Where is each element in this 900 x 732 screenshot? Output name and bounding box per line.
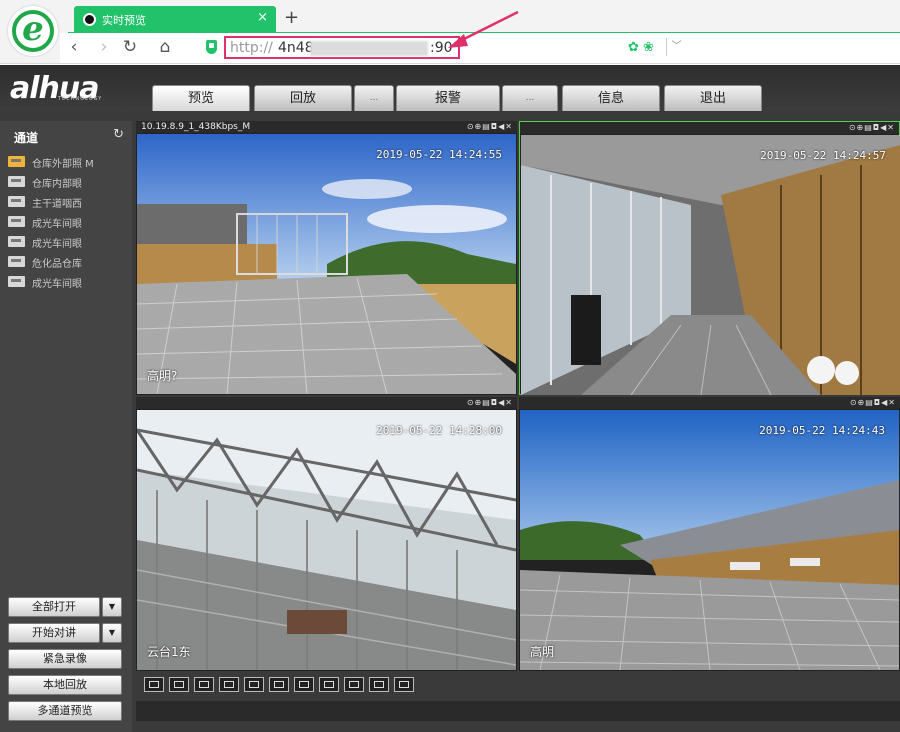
emergency-record-button[interactable]: 紧急录像 (8, 649, 122, 669)
channel-sidebar: 通道 ↻ 仓库外部照 M 仓库内部眼 主干道咽西 成光车间眼 成光车间眼 危化品… (0, 121, 132, 732)
dahua-web-client: alhua TECHNOLOGY 预览 回放 ... 报警 ... 信息 退出 … (0, 65, 900, 732)
osd-timestamp: 2019-05-22 14:24:55 (376, 148, 502, 161)
channel-header: 通道 ↻ (6, 127, 128, 145)
osd-timestamp: 2019-05-22 14:24:43 (759, 424, 885, 437)
url-scheme: http:// (230, 40, 273, 56)
home-button[interactable]: ⌂ (155, 37, 175, 57)
extension-icons[interactable]: ✿ ❀ (628, 40, 654, 55)
channel-label: 成光车间眼 (32, 279, 82, 290)
video-pane-1[interactable]: 10.19.8.9_1_438Kbps_M ⊙⊕▤◘◀✕ 2019-05-22 … (136, 121, 517, 395)
channel-label: 仓库内部眼 (32, 179, 82, 190)
multi-channel-preview-button[interactable]: 多通道预览 (8, 701, 122, 721)
tab-title: 实时预览 (102, 14, 146, 27)
pane-control-icons[interactable]: ⊙⊕▤◘◀✕ (467, 397, 513, 409)
pane-toolbar: ⊙⊕▤◘◀✕ (520, 122, 899, 134)
talk-dropdown[interactable]: ▼ (102, 623, 122, 643)
layout-button-4[interactable] (219, 677, 239, 692)
osd-timestamp: 2019-05-22 14:28:00 (376, 424, 502, 437)
reload-button[interactable]: ↻ (120, 37, 140, 57)
tab-preview[interactable]: 预览 (152, 85, 250, 111)
channel-item[interactable]: 成光车间眼 (8, 233, 128, 251)
camera-icon (8, 216, 25, 227)
back-button[interactable]: ‹ (64, 37, 84, 57)
video-pane-3[interactable]: ⊙⊕▤◘◀✕ 2019-05-22 14:28:00 云台1东 (136, 397, 517, 671)
pane-stream-label: 10.19.8.9_1_438Kbps_M (141, 122, 251, 132)
dahua-logo-sub: TECHNOLOGY (58, 96, 103, 102)
forward-button[interactable]: › (94, 37, 114, 57)
open-all-button[interactable]: 全部打开 (8, 597, 100, 617)
security-shield-icon[interactable] (206, 40, 217, 54)
pane-control-icons[interactable]: ⊙⊕▤◘◀✕ (467, 121, 513, 133)
channel-label: 成光车间眼 (32, 219, 82, 230)
channel-item[interactable]: 危化品仓库 (8, 253, 128, 271)
tab-info[interactable]: 信息 (562, 85, 660, 111)
chevron-down-icon[interactable]: ﹀ (666, 38, 686, 56)
fullscreen-button[interactable] (194, 677, 214, 692)
camera-icon (8, 236, 25, 247)
url-redaction (310, 41, 428, 56)
open-all-dropdown[interactable]: ▼ (102, 597, 122, 617)
pane-control-icons[interactable]: ⊙⊕▤◘◀✕ (850, 397, 896, 409)
start-talk-button[interactable]: 开始对讲 (8, 623, 100, 643)
browser-logo-icon[interactable]: e (8, 6, 58, 56)
layout-16-button[interactable] (394, 677, 414, 692)
app-header: alhua TECHNOLOGY 预览 回放 ... 报警 ... 信息 退出 (0, 65, 900, 111)
video-pane-2[interactable]: ⊙⊕▤◘◀✕ 2019-05-22 14:24:57 (519, 121, 900, 395)
tab-alarm[interactable]: 报警 (396, 85, 500, 111)
channel-item[interactable]: 成光车间眼 (8, 213, 128, 231)
tab-logout[interactable]: 退出 (664, 85, 762, 111)
layout-9-button[interactable] (344, 677, 364, 692)
channel-label: 主干道咽西 (32, 199, 82, 210)
layout-2x2-button[interactable] (269, 677, 289, 692)
refresh-icon[interactable]: ↻ (113, 127, 124, 142)
channel-label: 仓库外部照 M (32, 159, 94, 170)
video-feed: 2019-05-22 14:24:57 (521, 135, 900, 395)
tab-hidden-2[interactable]: ... (502, 85, 558, 111)
video-feed: 2019-05-22 14:28:00 云台1东 (137, 410, 516, 670)
layout-6-button[interactable] (294, 677, 314, 692)
camera-icon (83, 13, 96, 26)
layout-button-1[interactable] (144, 677, 164, 692)
video-feed: 2019-05-22 14:24:55 高明? (137, 134, 516, 394)
camera-icon (8, 196, 25, 207)
layout-button-2[interactable] (169, 677, 189, 692)
camera-icon (8, 256, 25, 267)
osd-timestamp: 2019-05-22 14:24:57 (760, 149, 886, 162)
browser-toolbar: e 实时预览 × + ‹ › ↻ ⌂ http:// 4n48 :90 ✿ ❀ … (0, 0, 900, 64)
tab-close-icon[interactable]: × (257, 10, 268, 25)
browser-tab-live-preview[interactable]: 实时预览 × (74, 6, 276, 32)
layout-1x1-button[interactable] (244, 677, 264, 692)
channel-item[interactable]: 仓库内部眼 (8, 173, 128, 191)
camera-icon (8, 276, 25, 287)
osd-camera-name: 高明 (530, 645, 555, 659)
camera-icon (8, 176, 25, 187)
channel-label: 成光车间眼 (32, 239, 82, 250)
status-strip (136, 701, 900, 721)
channel-title: 通道 (14, 131, 39, 145)
osd-camera-name: 高明? (147, 369, 178, 383)
local-playback-button[interactable]: 本地回放 (8, 675, 122, 695)
url-input[interactable]: http:// 4n48 :90 (224, 36, 460, 59)
channel-label: 危化品仓库 (32, 259, 82, 270)
pane-toolbar: 10.19.8.9_1_438Kbps_M ⊙⊕▤◘◀✕ (136, 121, 517, 133)
osd-camera-name: 云台1东 (147, 645, 191, 659)
tab-playback[interactable]: 回放 (254, 85, 352, 111)
annotation-arrow-icon (448, 10, 519, 48)
channel-item[interactable]: 仓库外部照 M (8, 153, 128, 171)
camera-icon (8, 156, 25, 167)
channel-item[interactable]: 主干道咽西 (8, 193, 128, 211)
pane-toolbar: ⊙⊕▤◘◀✕ (136, 397, 517, 409)
pane-toolbar: ⊙⊕▤◘◀✕ (519, 397, 900, 409)
video-feed: 2019-05-22 14:24:43 高明 (520, 410, 899, 670)
url-host: 4n48 (278, 40, 314, 56)
video-pane-4[interactable]: ⊙⊕▤◘◀✕ 2019-05-22 14:24:43 高明 (519, 397, 900, 671)
layout-toolbar (136, 677, 900, 699)
tab-hidden-1[interactable]: ... (354, 85, 394, 111)
layout-8-button[interactable] (319, 677, 339, 692)
layout-13-button[interactable] (369, 677, 389, 692)
pane-control-icons[interactable]: ⊙⊕▤◘◀✕ (849, 122, 895, 134)
new-tab-button[interactable]: + (284, 7, 299, 28)
channel-item[interactable]: 成光车间眼 (8, 273, 128, 291)
video-grid: 10.19.8.9_1_438Kbps_M ⊙⊕▤◘◀✕ 2019-05-22 … (136, 121, 900, 671)
